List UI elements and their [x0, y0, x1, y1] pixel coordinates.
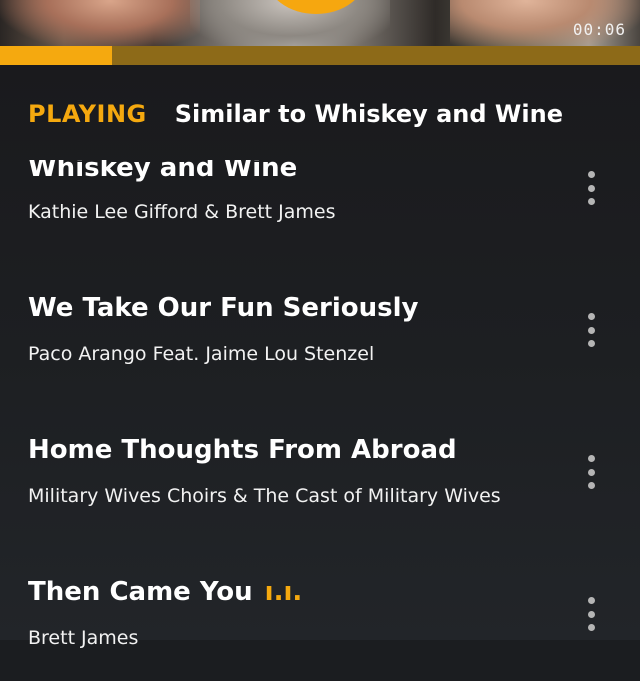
song-artist: Military Wives Choirs & The Cast of Mili…: [28, 485, 501, 507]
song-artist: Paco Arango Feat. Jaime Lou Stenzel: [28, 343, 375, 365]
album-art-left-face: [0, 0, 200, 46]
more-options-icon[interactable]: [580, 313, 602, 347]
song-title: We Take Our Fun Seriously: [28, 293, 419, 323]
list-item[interactable]: Then Came You ı.ı. Brett James: [0, 571, 640, 681]
progress-bar[interactable]: [0, 46, 640, 65]
more-options-icon[interactable]: [580, 597, 602, 631]
progress-bar-fill: [0, 46, 112, 65]
now-playing-equalizer-icon: ı.ı.: [264, 577, 303, 607]
list-item[interactable]: We Take Our Fun Seriously Paco Arango Fe…: [0, 287, 640, 397]
song-title: Whiskey and Wine: [28, 153, 298, 183]
tab-bar: PLAYING Similar to Whiskey and Wine: [28, 99, 563, 129]
list-item[interactable]: Home Thoughts From Abroad Military Wives…: [0, 429, 640, 539]
elapsed-time: 00:06: [572, 20, 626, 39]
list-item[interactable]: Whiskey and Wine Kathie Lee Gifford & Br…: [0, 145, 640, 255]
song-artist: Brett James: [28, 627, 139, 649]
song-title: Then Came You: [28, 577, 253, 607]
tab-similar[interactable]: Similar to Whiskey and Wine: [175, 100, 563, 128]
more-options-icon[interactable]: [580, 171, 602, 205]
similar-songs-list: Whiskey and Wine Kathie Lee Gifford & Br…: [0, 65, 640, 649]
song-artist: Kathie Lee Gifford & Brett James: [28, 201, 336, 223]
song-title-row: Then Came You ı.ı.: [28, 577, 302, 607]
song-title: Home Thoughts From Abroad: [28, 435, 457, 465]
track-list-panel: Whiskey and Wine Kathie Lee Gifford & Br…: [0, 65, 640, 649]
tab-playing[interactable]: PLAYING: [28, 100, 147, 128]
more-options-icon[interactable]: [580, 455, 602, 489]
album-art-banner: 00:06: [0, 0, 640, 46]
